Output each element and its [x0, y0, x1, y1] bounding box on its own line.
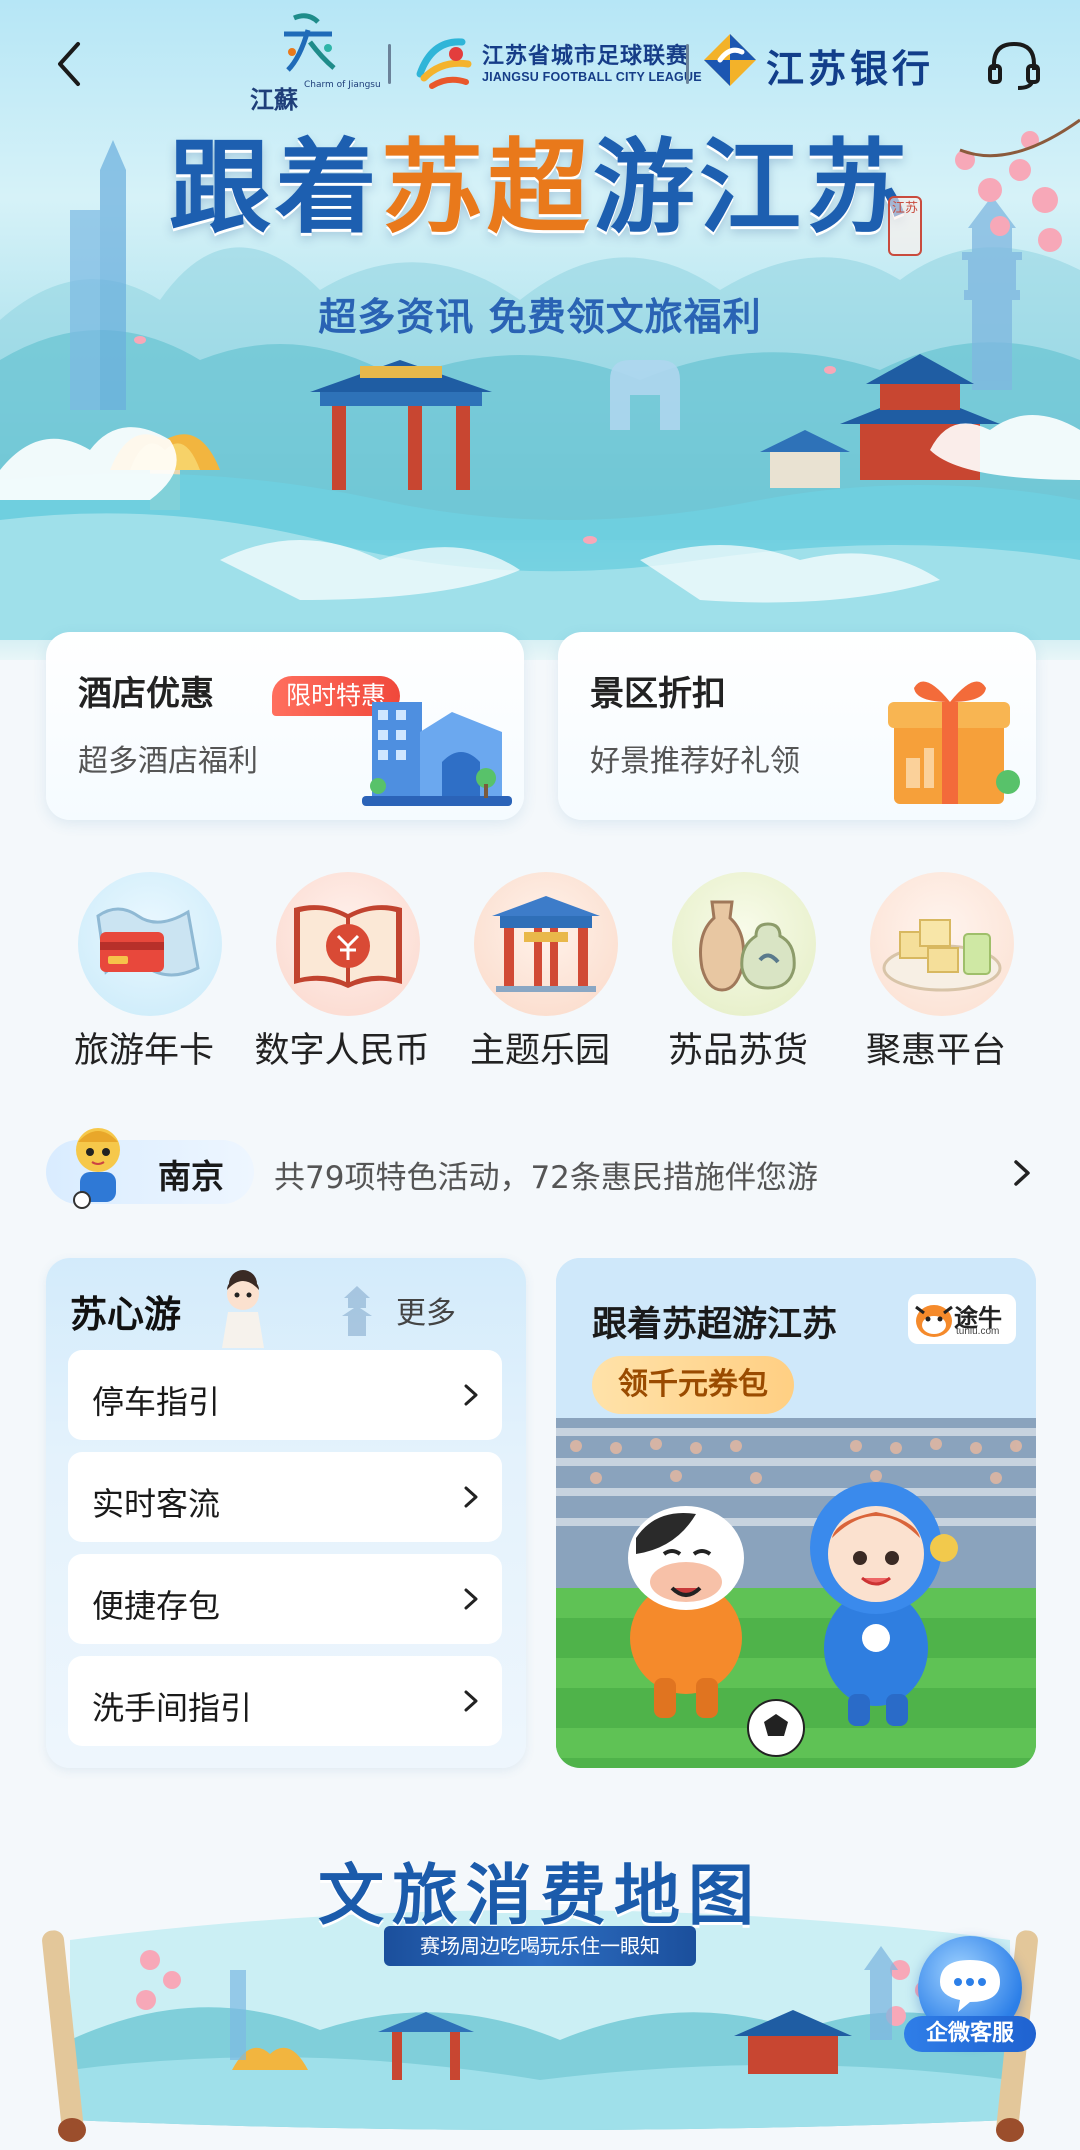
- promo-title: 酒店优惠: [78, 674, 214, 714]
- jiangsu-logo-subtitle: Charm of Jiangsu: [304, 80, 381, 90]
- top-nav-bar: 江蘇 Charm of Jiangsu 江苏省城市足球联赛 JIANGSU FO…: [0, 0, 1080, 130]
- logo-divider: [686, 44, 689, 84]
- hero-title-accent: 苏超: [381, 128, 593, 248]
- digital-rmb-book-icon: [276, 872, 420, 1016]
- food-plate-icon: [870, 872, 1014, 1016]
- promo-title: 景区折扣: [590, 674, 726, 714]
- chevron-right-icon: [464, 1690, 478, 1712]
- bank-logo: 江苏银行: [700, 30, 930, 94]
- tuniu-brand-en: tuniu.com: [956, 1326, 1000, 1337]
- luggage-storage-item[interactable]: 便捷存包: [68, 1554, 502, 1644]
- list-item-label: 实时客流: [92, 1485, 221, 1523]
- feature-grid: 旅游年卡 数字人民币 主题乐园 苏品苏货 聚惠平台: [0, 868, 1080, 1078]
- hotel-building-icon: [362, 702, 512, 806]
- theme-park-gate-icon: [474, 872, 618, 1016]
- tuniu-banner-title: 跟着苏超游江苏: [592, 1305, 838, 1345]
- map-banner-subtitle: 赛场周边吃喝玩乐住一眼知: [384, 1926, 696, 1966]
- league-name-cn: 江苏省城市足球联赛: [482, 43, 690, 69]
- chevron-right-icon: [464, 1588, 478, 1610]
- list-item-label: 停车指引: [92, 1383, 221, 1421]
- list-item-label: 洗手间指引: [92, 1689, 253, 1727]
- back-arrow-icon[interactable]: [44, 34, 94, 94]
- grid-item-label: 苏品苏货: [667, 1031, 808, 1071]
- customer-service-headset-icon[interactable]: [984, 34, 1044, 94]
- coupon-pack-button[interactable]: 领千元券包: [592, 1356, 794, 1414]
- wecom-service-label: 企微客服: [904, 2016, 1036, 2052]
- tuniu-promo-banner[interactable]: 跟着苏超游江苏 领千元券包 途牛 tuniu.com: [556, 1258, 1036, 1768]
- realtime-crowd-item[interactable]: 实时客流: [68, 1452, 502, 1542]
- hero-title-part2: 游江苏: [593, 128, 911, 248]
- league-name-en: JIANGSU FOOTBALL CITY LEAGUE: [482, 70, 702, 84]
- tuniu-logo: 途牛 tuniu.com: [908, 1294, 1016, 1344]
- restroom-guide-item[interactable]: 洗手间指引: [68, 1656, 502, 1746]
- logo-divider: [388, 44, 391, 84]
- promo-subtitle: 超多酒店福利: [78, 744, 258, 779]
- gift-box-icon: [888, 681, 1020, 804]
- grid-item-label: 主题乐园: [469, 1031, 610, 1071]
- suxinyou-title: 苏心游: [70, 1293, 181, 1336]
- hero-title-part1: 跟着: [169, 128, 381, 248]
- grid-item-label: 数字人民币: [254, 1031, 430, 1071]
- tuniu-cow-icon: [915, 1305, 953, 1337]
- grid-item-theme-park[interactable]: 主题乐园: [440, 868, 640, 1078]
- city-name: 南京: [158, 1157, 224, 1196]
- scenic-discount-card[interactable]: 景区折扣 好景推荐好礼领: [558, 632, 1036, 820]
- football-league-logo: 江苏省城市足球联赛 JIANGSU FOOTBALL CITY LEAGUE: [412, 30, 702, 94]
- jiangsu-tourism-logo: 江蘇 Charm of Jiangsu: [244, 8, 381, 120]
- bank-name: 江苏银行: [766, 46, 935, 91]
- map-banner-title: 文旅消费地图: [318, 1856, 762, 1934]
- more-link[interactable]: 更多: [396, 1288, 456, 1332]
- grid-item-digital-rmb[interactable]: 数字人民币: [242, 868, 442, 1078]
- wecom-service-button[interactable]: 企微客服: [904, 1936, 1036, 2056]
- grid-item-label: 旅游年卡: [73, 1031, 214, 1071]
- chevron-right-icon: [464, 1384, 478, 1406]
- cartoon-girl-icon: [222, 1270, 264, 1348]
- pottery-icon: [672, 872, 816, 1016]
- hero-banner: 江蘇 Charm of Jiangsu 江苏省城市足球联赛 JIANGSU FO…: [0, 0, 1080, 660]
- grid-item-jiangsu-goods[interactable]: 苏品苏货: [638, 868, 838, 1078]
- hero-seal-stamp: 江苏: [888, 196, 922, 256]
- grid-item-travel-card[interactable]: 旅游年卡: [44, 868, 244, 1078]
- pagoda-icon: [342, 1286, 372, 1336]
- city-activity-info: 共79项特色活动，72条惠民措施伴您游: [274, 1160, 818, 1196]
- hero-subtitle: 超多资讯 免费领文旅福利: [318, 295, 762, 339]
- travel-card-icon: [78, 872, 222, 1016]
- chevron-right-icon: [1014, 1160, 1030, 1186]
- bank-emblem-icon: [704, 34, 756, 86]
- promo-subtitle: 好景推荐好礼领: [590, 744, 800, 779]
- parking-guide-item[interactable]: 停车指引: [68, 1350, 502, 1440]
- hotel-deals-card[interactable]: 酒店优惠 超多酒店福利 限时特惠: [46, 632, 524, 820]
- jiangsu-logo-text: 江蘇: [250, 85, 298, 114]
- city-activity-bar[interactable]: 南京 共79项特色活动，72条惠民措施伴您游: [46, 1120, 1042, 1214]
- chevron-right-icon: [464, 1486, 478, 1508]
- mascot-avatar-icon: [73, 1128, 120, 1209]
- league-emblem-icon: [416, 38, 472, 89]
- grid-item-deals-platform[interactable]: 聚惠平台: [836, 868, 1036, 1078]
- suxinyou-card: 苏心游 更多 停车指引 实时客流 便捷存包 洗手间指引: [46, 1258, 526, 1768]
- list-item-label: 便捷存包: [92, 1587, 221, 1625]
- grid-item-label: 聚惠平台: [865, 1031, 1006, 1071]
